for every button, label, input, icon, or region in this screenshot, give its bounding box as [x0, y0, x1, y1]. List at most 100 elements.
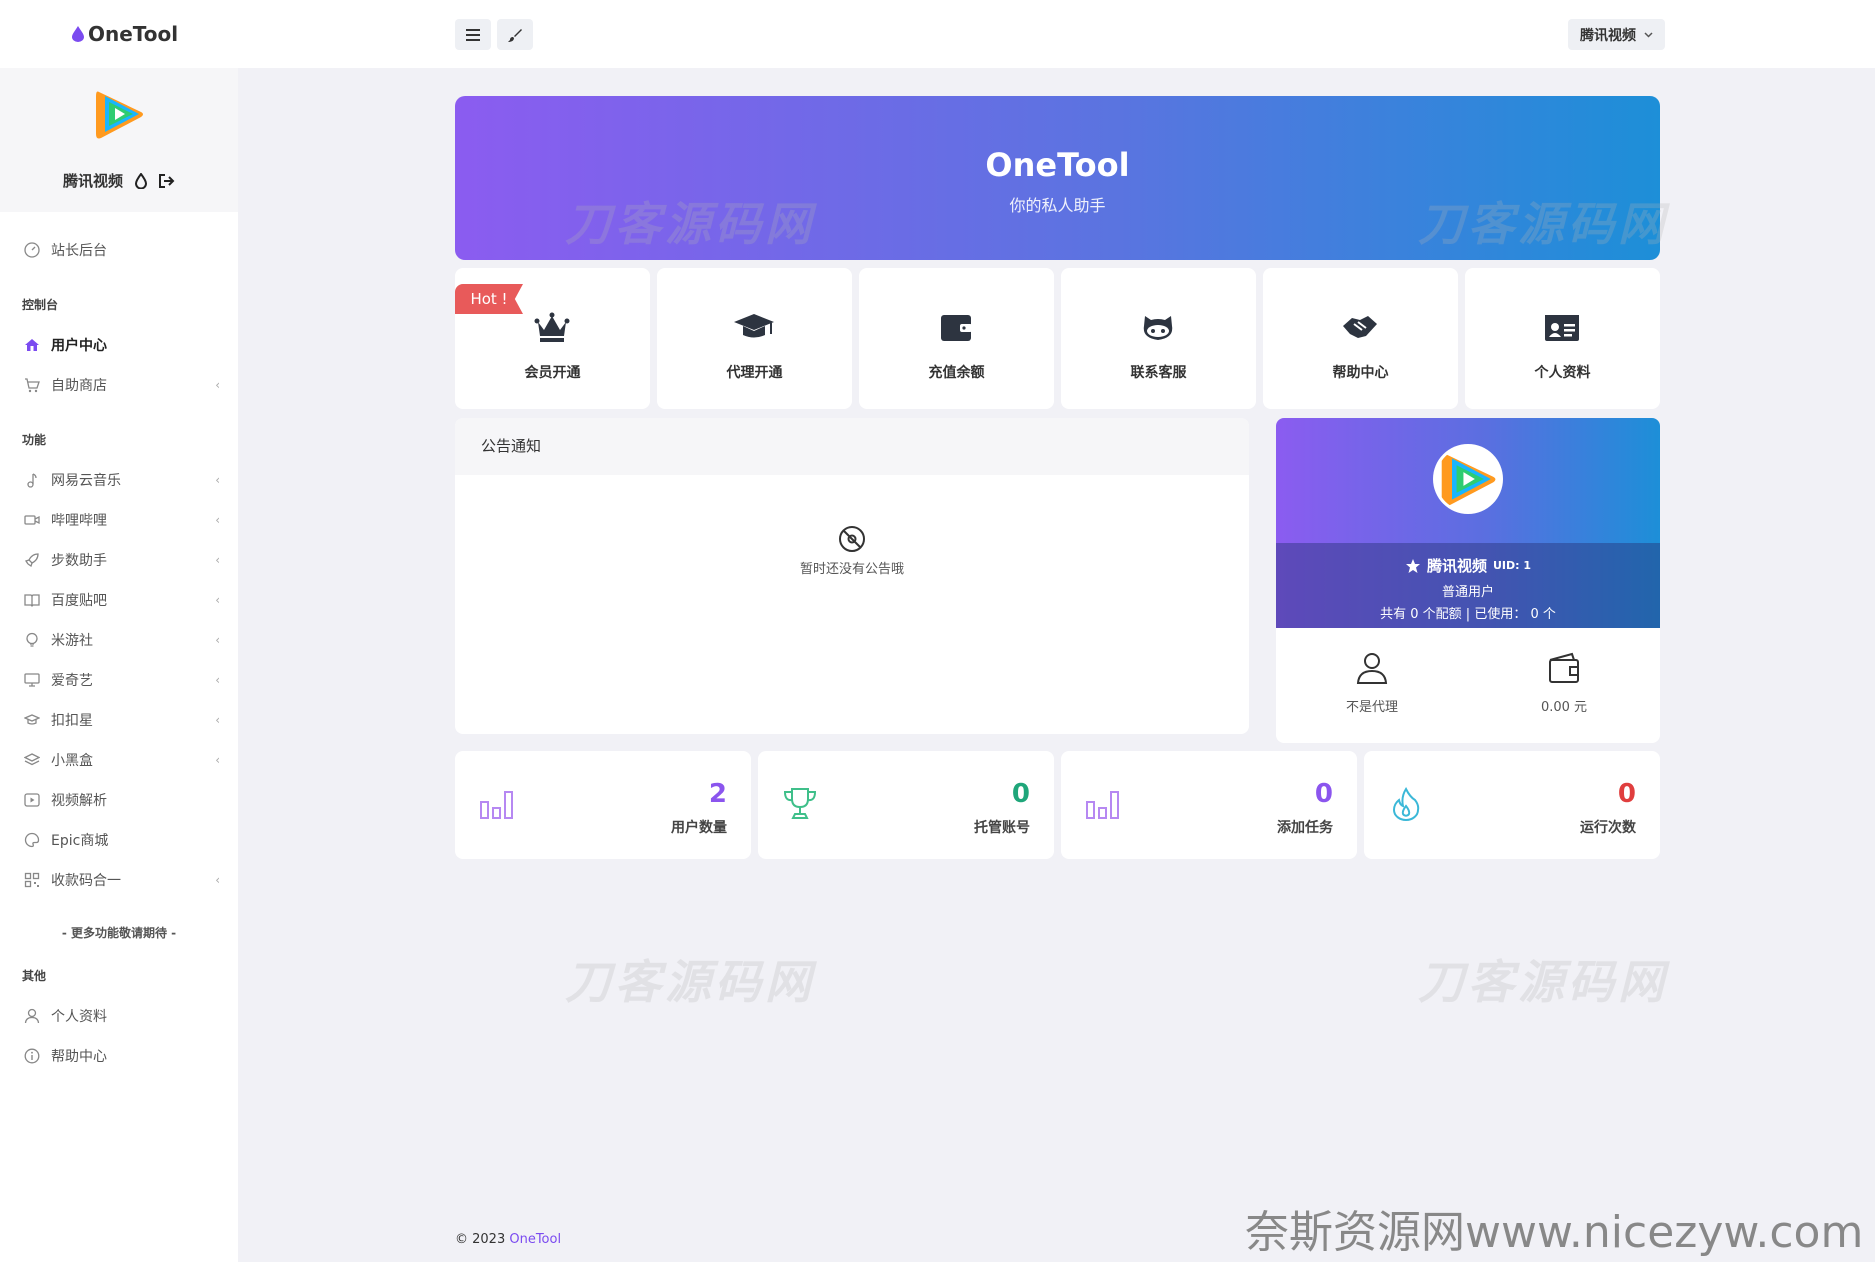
- sidebar-item-qr-merge[interactable]: 收款码合一 ‹: [0, 860, 238, 900]
- chevron-left-icon: ‹: [215, 713, 220, 727]
- quick-card-label: 帮助中心: [1332, 365, 1389, 381]
- stat-label: 用户数量: [671, 820, 727, 836]
- bulb-icon: [26, 632, 38, 647]
- user-role: 普通用户: [1441, 585, 1494, 600]
- id-card-icon: [1545, 315, 1579, 341]
- sidebar-profile: 腾讯视频: [0, 68, 238, 212]
- notice-panel: 公告通知 暂时还没有公告哦: [455, 418, 1249, 734]
- quick-card-profile[interactable]: 个人资料: [1465, 268, 1660, 409]
- sidebar: 腾讯视频 站长后台 控制台 用户中心 自助商店 ‹ 功能 网易云音乐 ‹ 哔哩哔…: [0, 68, 238, 1262]
- sidebar-item-shop[interactable]: 自助商店 ‹: [0, 365, 238, 405]
- gauge-icon: [24, 242, 40, 258]
- user-menu-dropdown[interactable]: 腾讯视频: [1568, 19, 1665, 50]
- sidebar-item-video-parse[interactable]: 视频解析: [0, 780, 238, 820]
- sidebar-item-label: 自助商店: [51, 378, 107, 394]
- user-uid: UID: 1: [1492, 559, 1532, 572]
- sidebar-item-label: 哔哩哔哩: [51, 513, 107, 529]
- crown-icon: [534, 312, 570, 342]
- sidebar-menu: 站长后台 控制台 用户中心 自助商店 ‹ 功能 网易云音乐 ‹ 哔哩哔哩 ‹ 步…: [0, 238, 238, 1076]
- sidebar-item-label: Epic商城: [51, 833, 109, 849]
- stats-row: 2 用户数量 0 托管账号 0 添加任务 0 运行次数: [455, 751, 1660, 859]
- quick-actions: Hot ! 会员开通 代理开通 充值余额 联系客服 帮助中心 个人资料: [455, 268, 1660, 409]
- logout-icon[interactable]: [159, 173, 175, 188]
- sidebar-item-qqstar[interactable]: 扣扣星 ‹: [0, 700, 238, 740]
- watermark-text: 刀客源码网: [1418, 197, 1668, 251]
- quick-card-help[interactable]: 帮助中心: [1263, 268, 1458, 409]
- user-name-row: 腾讯视频 UID: 1: [1276, 555, 1660, 576]
- stat-value: 0: [1011, 779, 1030, 809]
- sidebar-item-netease-music[interactable]: 网易云音乐 ‹: [0, 460, 238, 500]
- sidebar-item-user-center[interactable]: 用户中心: [0, 325, 238, 365]
- sidebar-item-steps[interactable]: 步数助手 ‹: [0, 540, 238, 580]
- quick-card-support[interactable]: 联系客服: [1061, 268, 1256, 409]
- sidebar-section-title: 功能: [22, 433, 47, 447]
- user-icon: [24, 1008, 40, 1024]
- chevron-left-icon: ‹: [215, 513, 220, 527]
- chevron-left-icon: ‹: [215, 753, 220, 767]
- sidebar-item-admin[interactable]: 站长后台: [0, 230, 238, 270]
- quick-card-recharge[interactable]: 充值余额: [859, 268, 1054, 409]
- footer: © 2023 OneTool: [455, 1232, 561, 1247]
- sidebar-item-iqiyi[interactable]: 爱奇艺 ‹: [0, 660, 238, 700]
- sidebar-item-miyoushe[interactable]: 米游社 ‹: [0, 620, 238, 660]
- footer-copyright: © 2023: [455, 1232, 510, 1247]
- monitor-icon: [24, 673, 40, 687]
- graduation-cap-icon: [24, 714, 40, 725]
- brand-name: OneTool: [88, 22, 179, 46]
- stat-card-runs: 0 运行次数: [1364, 751, 1660, 859]
- quick-card-membership[interactable]: Hot ! 会员开通: [455, 268, 650, 409]
- stat-card-hosted: 0 托管账号: [758, 751, 1054, 859]
- top-bar: OneTool 腾讯视频: [0, 0, 1875, 68]
- stat-label: 运行次数: [1580, 820, 1636, 836]
- sidebar-item-profile[interactable]: 个人资料: [0, 996, 238, 1036]
- notice-title: 公告通知: [455, 418, 1249, 475]
- sidebar-item-epic[interactable]: Epic商城: [0, 820, 238, 860]
- sidebar-item-label: 小黑盒: [51, 753, 93, 769]
- notice-empty-text: 暂时还没有公告哦: [799, 562, 904, 577]
- stat-card-users: 2 用户数量: [455, 751, 751, 859]
- more-features-text: - 更多功能敬请期待 -: [61, 926, 177, 940]
- sidebar-item-help[interactable]: 帮助中心: [0, 1036, 238, 1076]
- quick-card-label: 联系客服: [1130, 365, 1187, 381]
- quick-card-label: 会员开通: [524, 365, 581, 381]
- footer-brand-link[interactable]: OneTool: [509, 1232, 561, 1247]
- sidebar-item-label: 爱奇艺: [51, 673, 93, 689]
- qr-code-icon: [24, 872, 40, 888]
- quick-card-agent[interactable]: 代理开通: [657, 268, 852, 409]
- hamburger-icon: [466, 28, 480, 41]
- chevron-left-icon: ‹: [215, 673, 220, 687]
- sidebar-profile-name: 腾讯视频: [62, 172, 123, 190]
- user-name: 腾讯视频: [1426, 557, 1487, 575]
- bar-chart-icon: [1086, 791, 1119, 819]
- theme-button[interactable]: [497, 19, 533, 50]
- sidebar-item-bilibili[interactable]: 哔哩哔哩 ‹: [0, 500, 238, 540]
- star-icon: [1405, 558, 1420, 573]
- home-icon: [25, 339, 39, 351]
- tencent-video-logo-icon[interactable]: [91, 86, 147, 142]
- rocket-icon: [24, 553, 39, 568]
- trophy-icon: [783, 788, 817, 819]
- sidebar-item-xiaoheihe[interactable]: 小黑盒 ‹: [0, 740, 238, 780]
- stat-value: 2: [708, 779, 727, 809]
- brand-logo[interactable]: OneTool: [72, 22, 178, 46]
- sidebar-item-tieba[interactable]: 百度贴吧 ‹: [0, 580, 238, 620]
- sidebar-item-label: 站长后台: [51, 243, 107, 259]
- sidebar-item-label: 网易云音乐: [51, 473, 121, 489]
- chevron-left-icon: ‹: [215, 873, 220, 887]
- user-card: 腾讯视频 UID: 1 普通用户 共有 0 个配额 | 已使用： 0 个 不是代…: [1276, 418, 1660, 743]
- user-balance: 0.00 元: [1468, 650, 1660, 715]
- menu-toggle-button[interactable]: [455, 19, 491, 50]
- flame-icon[interactable]: [135, 172, 147, 189]
- sidebar-item-label: 米游社: [51, 633, 93, 649]
- bar-chart-icon: [480, 791, 513, 819]
- tencent-video-logo-icon: [1441, 453, 1496, 507]
- watermark-text: 刀客源码网: [565, 197, 815, 251]
- graduation-cap-icon: [734, 314, 774, 338]
- chevron-left-icon: ‹: [215, 473, 220, 487]
- user-quota: 共有 0 个配额 | 已使用： 0 个: [1380, 607, 1556, 622]
- user-icon: [1356, 653, 1388, 684]
- layers-icon: [24, 753, 40, 766]
- stat-label: 添加任务: [1277, 820, 1333, 836]
- hero-title: OneTool: [985, 146, 1130, 184]
- sidebar-section-title: 控制台: [22, 298, 59, 312]
